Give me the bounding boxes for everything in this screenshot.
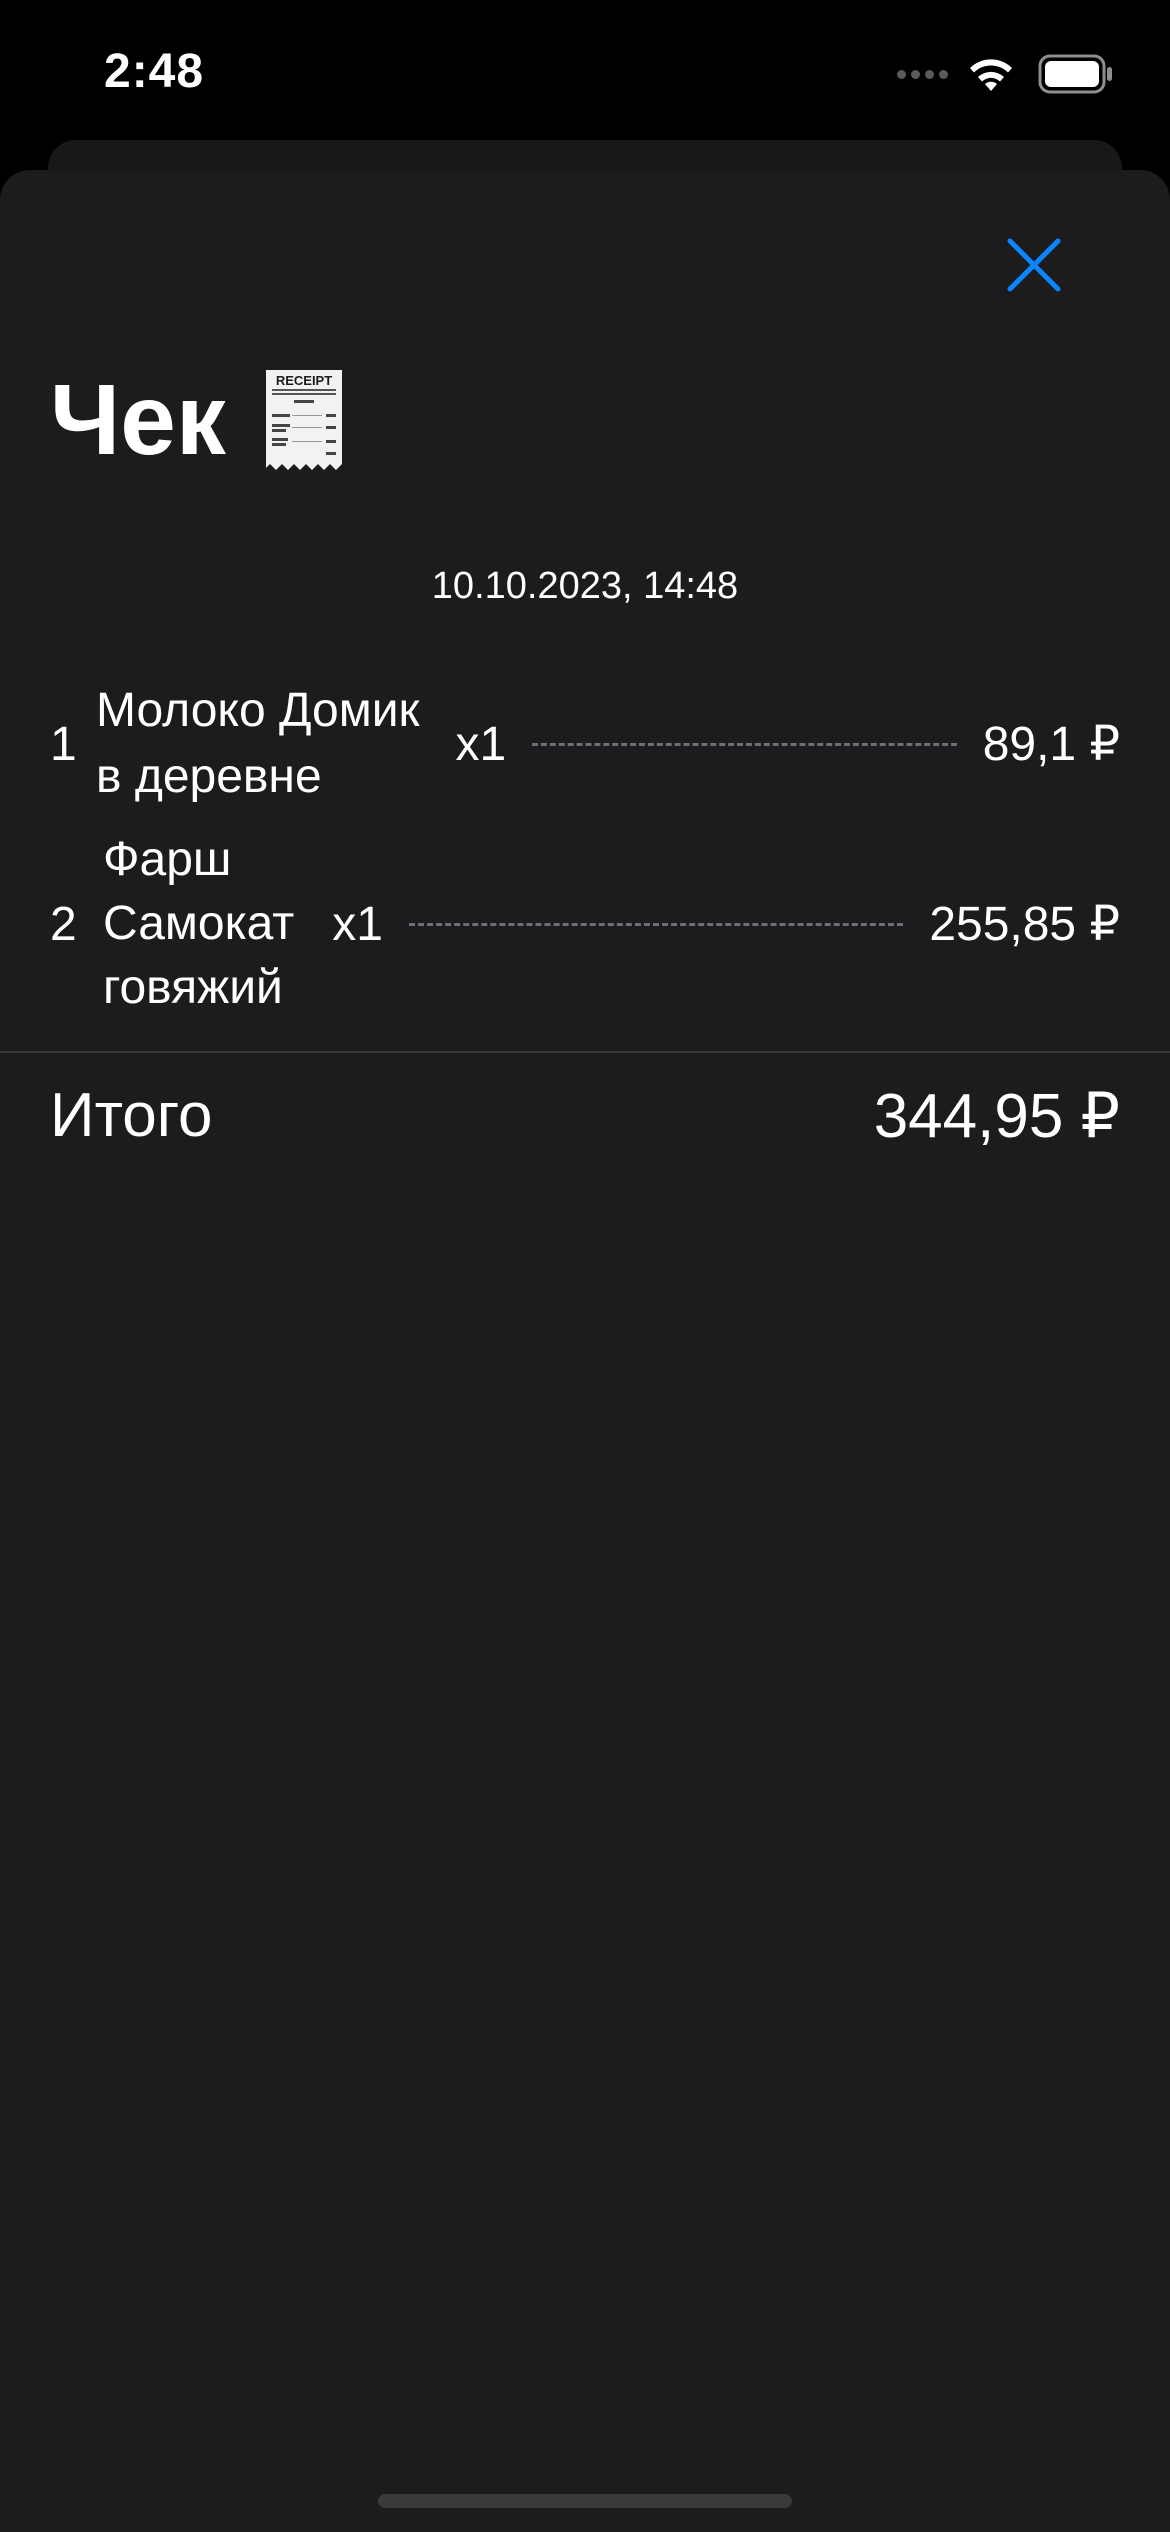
receipt-icon: RECEIPT — [265, 370, 342, 470]
total-label: Итого — [50, 1080, 213, 1150]
item-quantity: x1 — [455, 717, 507, 771]
item-quantity: x1 — [332, 897, 383, 951]
title-row: Чек RECEIPT — [50, 370, 342, 470]
status-time: 2:48 — [104, 45, 205, 98]
item-name: Молоко Домик в деревне — [96, 678, 420, 810]
dotted-leader — [532, 742, 957, 746]
receipt-sheet: Чек RECEIPT 10.10.2023, 14:48 1 Молоко Д… — [0, 170, 1170, 2532]
status-bar: 2:48 — [0, 0, 1170, 140]
item-name: Фарш Самокат говяжий — [103, 828, 294, 1020]
battery-icon — [1038, 54, 1112, 94]
xmark-icon — [1007, 238, 1061, 292]
total-row: Итого 344,95 ₽ — [50, 1070, 1120, 1160]
item-name-line: Молоко Домик — [96, 684, 420, 737]
item-index: 2 — [50, 897, 77, 951]
cellular-signal-icon — [897, 69, 948, 79]
list-item: 2 Фарш Самокат говяжий x1 255,85 ₽ — [50, 828, 1120, 1020]
item-index: 1 — [50, 717, 77, 771]
item-name-line: говяжий — [103, 961, 283, 1014]
wifi-icon — [970, 59, 1012, 91]
page-title: Чек — [50, 364, 226, 476]
status-indicators — [897, 52, 1114, 96]
receipt-icon-label: RECEIPT — [276, 373, 332, 388]
item-price: 255,85 ₽ — [929, 898, 1120, 951]
home-indicator[interactable] — [378, 2494, 792, 2508]
item-name-line: Самокат — [103, 897, 295, 950]
item-price: 89,1 ₽ — [982, 718, 1120, 771]
item-name-line: в деревне — [96, 750, 322, 803]
item-name-line: Фарш — [103, 833, 232, 886]
close-button[interactable] — [994, 225, 1074, 305]
dotted-leader — [408, 922, 904, 926]
divider — [0, 1051, 1170, 1053]
total-value: 344,95 ₽ — [873, 1081, 1120, 1151]
receipt-date: 10.10.2023, 14:48 — [431, 565, 739, 607]
list-item: 1 Молоко Домик в деревне x1 89,1 ₽ — [50, 678, 1120, 810]
